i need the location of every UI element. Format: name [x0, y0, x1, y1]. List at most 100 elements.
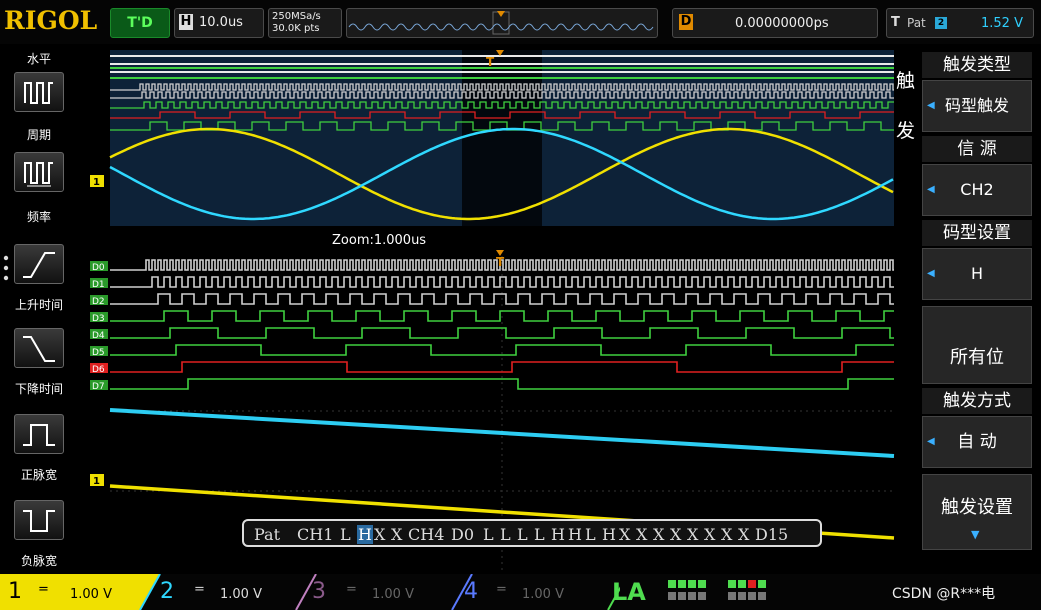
digital-channel-tag: D6	[92, 365, 105, 375]
period-icon	[24, 82, 53, 104]
trigger-status-badge: T'D	[110, 8, 170, 38]
pattern-item: X	[619, 525, 631, 544]
menu-page-indicator	[3, 255, 9, 281]
waveform-display[interactable]: T 1 Zoom:1.000us D0 D1 D2 D3 D4 D5 D6 D7 T 1	[80, 46, 916, 574]
pattern-item: CH4	[408, 525, 445, 544]
pattern-item: X	[653, 525, 665, 544]
pattern-item: L	[340, 525, 351, 544]
timebase-value: 10.0us	[199, 15, 243, 30]
pattern-item: L	[500, 525, 511, 544]
delay-key: D	[679, 14, 693, 30]
channel-4-coupling: =	[496, 582, 507, 597]
trigger-mode-header: 触发方式	[922, 388, 1032, 414]
rise-time-button[interactable]	[14, 244, 64, 284]
fall-time-icon	[23, 336, 55, 362]
top-status-bar: RIGOL T'D H 10.0us 250MSa/s 30.0K pts D …	[0, 0, 1041, 44]
trigger-type-header: 触发类型	[922, 52, 1032, 78]
pattern-item: X	[636, 525, 648, 544]
trigger-mode-value: 自 动	[957, 432, 997, 452]
period-label: 周期	[26, 128, 51, 142]
period-button[interactable]	[14, 72, 64, 112]
channel-2-tab[interactable]: 2 = 1.00 V	[150, 574, 300, 610]
channel-4-tab[interactable]: 4 = 1.00 V	[462, 574, 612, 610]
trigger-side-label: 触 发	[896, 56, 916, 156]
digital-channel-tag: D2	[92, 297, 105, 307]
trigger-mode-softkey[interactable]: ◀ 自 动	[922, 416, 1032, 468]
memory-waveform-icon	[348, 11, 654, 35]
all-bits-softkey[interactable]: 所有位	[922, 306, 1032, 384]
left-arrow-icon: ◀	[927, 436, 935, 447]
frequency-label: 频率	[26, 210, 51, 224]
digital-channel-tag: D5	[92, 348, 105, 358]
source-value: CH2	[960, 180, 994, 199]
rise-time-label: 上升时间	[14, 298, 63, 312]
side-char-1: 触	[896, 70, 916, 92]
channel-1-scale: 1.00 V	[70, 587, 112, 602]
channel-4-scale: 1.00 V	[522, 587, 564, 602]
trigger-channel-badge: 2	[935, 17, 947, 29]
pattern-value: H	[970, 264, 984, 283]
measure-menu: 水平 周期 频率 上升时间 下降时间 正脉宽 负脉宽	[0, 44, 78, 574]
timebase-box[interactable]: H 10.0us	[174, 8, 264, 38]
pattern-item: L	[534, 525, 545, 544]
pattern-item: Pat	[254, 525, 281, 544]
channel-3-number: 3	[312, 579, 326, 604]
left-arrow-icon: ◀	[927, 268, 935, 279]
svg-text:1: 1	[93, 177, 100, 188]
pattern-header: 码型设置	[922, 220, 1032, 246]
trigger-setup-softkey[interactable]: 触发设置 ▼	[922, 474, 1032, 550]
channel-2-number: 2	[160, 579, 174, 604]
digital-status-icon	[668, 580, 766, 600]
delay-box[interactable]: D 0.00000000ps	[672, 8, 878, 38]
trigger-source-short: Pat	[907, 16, 926, 30]
pattern-item: L	[585, 525, 596, 544]
brand-logo: RIGOL	[4, 6, 98, 35]
negative-width-button[interactable]	[14, 500, 64, 540]
channel-1-tab[interactable]: 1 = 1.00 V	[0, 574, 150, 610]
left-arrow-icon: ◀	[927, 100, 935, 111]
frequency-button[interactable]	[14, 152, 64, 192]
digital-channel-tag: D1	[92, 280, 105, 290]
menu-title: 水平	[26, 52, 51, 66]
digital-channel-tag: D3	[92, 314, 105, 324]
channel-3-scale: 1.00 V	[372, 587, 414, 602]
pattern-item: H	[551, 525, 565, 544]
pattern-softkey[interactable]: ◀ H	[922, 248, 1032, 300]
channel-3-coupling: =	[346, 582, 357, 597]
down-arrow-icon: ▼	[971, 528, 980, 541]
all-bits-label: 所有位	[950, 347, 1004, 368]
source-softkey[interactable]: ◀ CH2	[922, 164, 1032, 216]
fall-time-button[interactable]	[14, 328, 64, 368]
trigger-box[interactable]: T Pat 2 1.52 V	[886, 8, 1034, 38]
pattern-item: X	[738, 525, 750, 544]
negative-width-label: 负脉宽	[20, 554, 57, 568]
digital-channel-tag: D0	[92, 263, 105, 273]
pattern-item: X	[721, 525, 733, 544]
pattern-item: H	[602, 525, 616, 544]
positive-width-button[interactable]	[14, 414, 64, 454]
pattern-item: D15	[755, 525, 789, 544]
digital-channel-tag: D4	[92, 331, 105, 341]
rise-time-icon	[23, 252, 55, 278]
pattern-item: X	[670, 525, 682, 544]
logic-analyzer-tab[interactable]: LA	[612, 578, 646, 606]
channel-1-number: 1	[8, 579, 22, 604]
channel-3-tab[interactable]: 3 = 1.00 V	[306, 574, 456, 610]
pattern-item: CH1	[297, 525, 334, 544]
channel-4-number: 4	[464, 579, 478, 604]
memory-depth: 30.0K pts	[272, 23, 320, 34]
channel-1-coupling: =	[38, 582, 49, 597]
svg-text:T: T	[486, 55, 495, 69]
watermark: CSDN @R***电	[892, 586, 996, 602]
trigger-setup-label: 触发设置	[941, 497, 1013, 518]
trigger-type-value: 码型触发	[944, 96, 1009, 115]
svg-text:1: 1	[93, 476, 100, 487]
channel-2-coupling: =	[194, 582, 205, 597]
sample-rate: 250MSa/s	[272, 11, 321, 22]
svg-text:T: T	[496, 255, 505, 269]
digital-channel-tag: D7	[92, 382, 105, 392]
trigger-type-softkey[interactable]: ◀ 码型触发	[922, 80, 1032, 132]
source-header: 信 源	[922, 136, 1032, 162]
trigger-level: 1.52 V	[981, 16, 1023, 31]
acquisition-box: 250MSa/s 30.0K pts	[268, 8, 342, 38]
